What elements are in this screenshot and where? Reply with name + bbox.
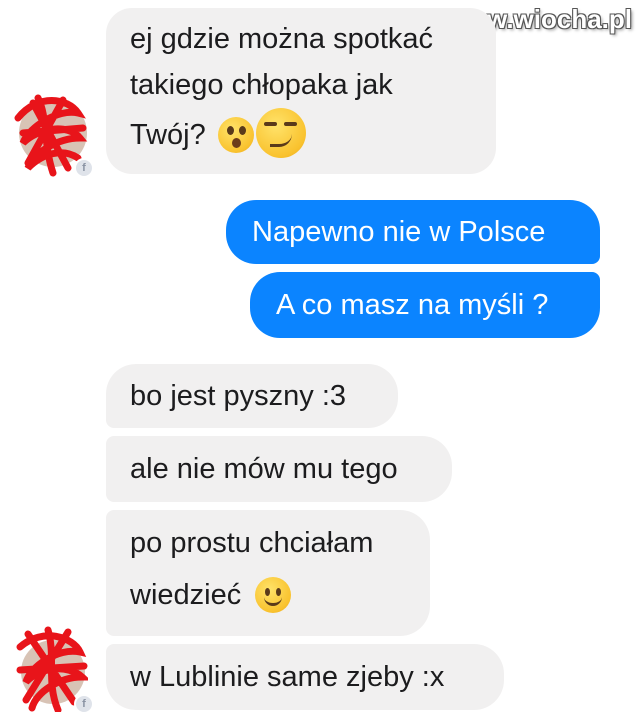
sender-avatar[interactable]: f [8, 88, 94, 178]
message-bubble-incoming[interactable]: po prostu chciałam wiedzieć [106, 510, 430, 636]
sender-avatar[interactable]: f [8, 622, 94, 714]
message-text: ale nie mów mu tego [130, 453, 398, 485]
message-bubble-incoming[interactable]: bo jest pyszny :3 [106, 364, 398, 428]
message-text-line: wiedzieć [130, 579, 242, 611]
smirk-emoji-icon [255, 108, 306, 158]
message-bubble-incoming[interactable]: ale nie mów mu tego [106, 436, 452, 502]
message-text: Napewno nie w Polsce [252, 216, 546, 248]
message-text-line-with-emoji: Twój? [130, 108, 472, 158]
message-text-line: takiego chłopaka jak [130, 69, 393, 101]
message-text: bo jest pyszny :3 [130, 380, 346, 412]
message-bubble-outgoing[interactable]: Napewno nie w Polsce [226, 200, 600, 264]
message-bubble-incoming[interactable]: w Lublinie same zjeby :x [106, 644, 504, 710]
message-bubble-outgoing[interactable]: A co masz na myśli ? [250, 272, 600, 338]
message-text-line: Twój? [130, 119, 206, 151]
message-text-line-with-emoji: wiedzieć [130, 572, 406, 618]
message-bubble-incoming[interactable]: ej gdzie można spotkać takiego chłopaka … [106, 8, 496, 174]
messenger-badge-icon: f [74, 694, 94, 714]
message-text-line: ej gdzie można spotkać [130, 23, 434, 55]
slight-smile-emoji-icon [255, 577, 292, 613]
message-text-line: po prostu chciałam [130, 527, 374, 559]
messenger-badge-icon: f [74, 158, 94, 178]
message-text: A co masz na myśli ? [276, 289, 549, 321]
message-text: w Lublinie same zjeby :x [130, 661, 445, 693]
astonished-emoji-icon [217, 117, 254, 153]
